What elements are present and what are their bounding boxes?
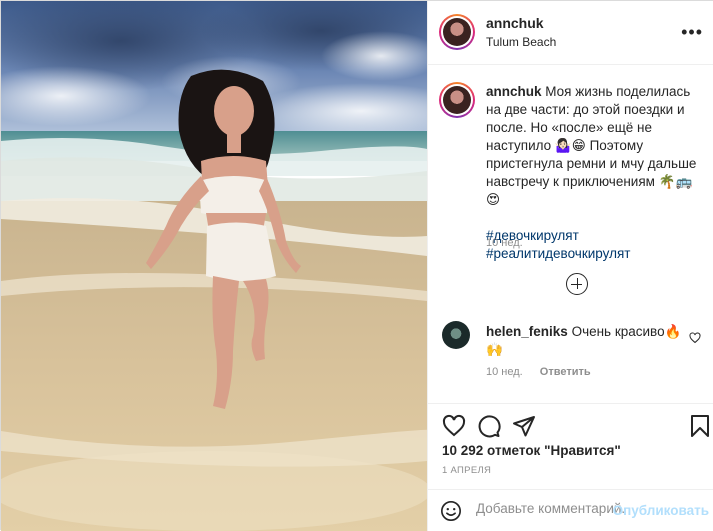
post-header: annchuk Tulum Beach ••• <box>428 1 713 65</box>
comment-like-heart-icon[interactable] <box>689 331 701 347</box>
caption-age: 10 нед. <box>486 237 523 249</box>
post-date[interactable]: 1 АПРЕЛЯ <box>442 465 491 476</box>
commenter-avatar[interactable] <box>442 321 470 349</box>
publish-button[interactable]: Опубликовать <box>613 503 709 518</box>
instagram-post: annchuk Tulum Beach ••• annchuk Моя жизн… <box>0 0 713 531</box>
save-bookmark-icon[interactable] <box>690 414 710 441</box>
commenter-username[interactable]: helen_feniks <box>486 324 568 339</box>
post-actions-bar <box>428 403 713 443</box>
comment-input[interactable] <box>476 501 626 516</box>
more-icon[interactable]: ••• <box>681 23 703 41</box>
post-details-panel: annchuk Tulum Beach ••• annchuk Моя жизн… <box>427 1 713 531</box>
comment-meta: 10 нед. Ответить <box>486 366 605 378</box>
beach-photo <box>1 1 427 531</box>
like-heart-icon[interactable] <box>442 414 466 441</box>
emoji-icon[interactable] <box>440 500 462 525</box>
post-location[interactable]: Tulum Beach <box>486 35 556 49</box>
add-comment-form: Опубликовать <box>428 489 713 531</box>
caption-text: Моя жизнь поделилась на две части: до эт… <box>486 84 697 207</box>
post-author-username[interactable]: annchuk <box>486 15 544 31</box>
comment-age: 10 нед. <box>486 366 523 378</box>
caption-text-block: annchuk Моя жизнь поделилась на две част… <box>486 83 704 263</box>
post-photo[interactable] <box>1 1 427 531</box>
load-more-comments-icon[interactable] <box>566 273 588 295</box>
comment-text-block: helen_feniks Очень красиво🔥🙌 <box>486 323 686 359</box>
caption-avatar[interactable] <box>443 86 471 114</box>
comment-bubble-icon[interactable] <box>477 414 501 441</box>
share-paper-plane-icon[interactable] <box>512 414 536 441</box>
likes-count[interactable]: 10 292 отметок "Нравится" <box>442 443 621 458</box>
caption-username[interactable]: annchuk <box>486 84 542 99</box>
avatar[interactable] <box>443 18 471 46</box>
reply-button[interactable]: Ответить <box>540 366 591 378</box>
